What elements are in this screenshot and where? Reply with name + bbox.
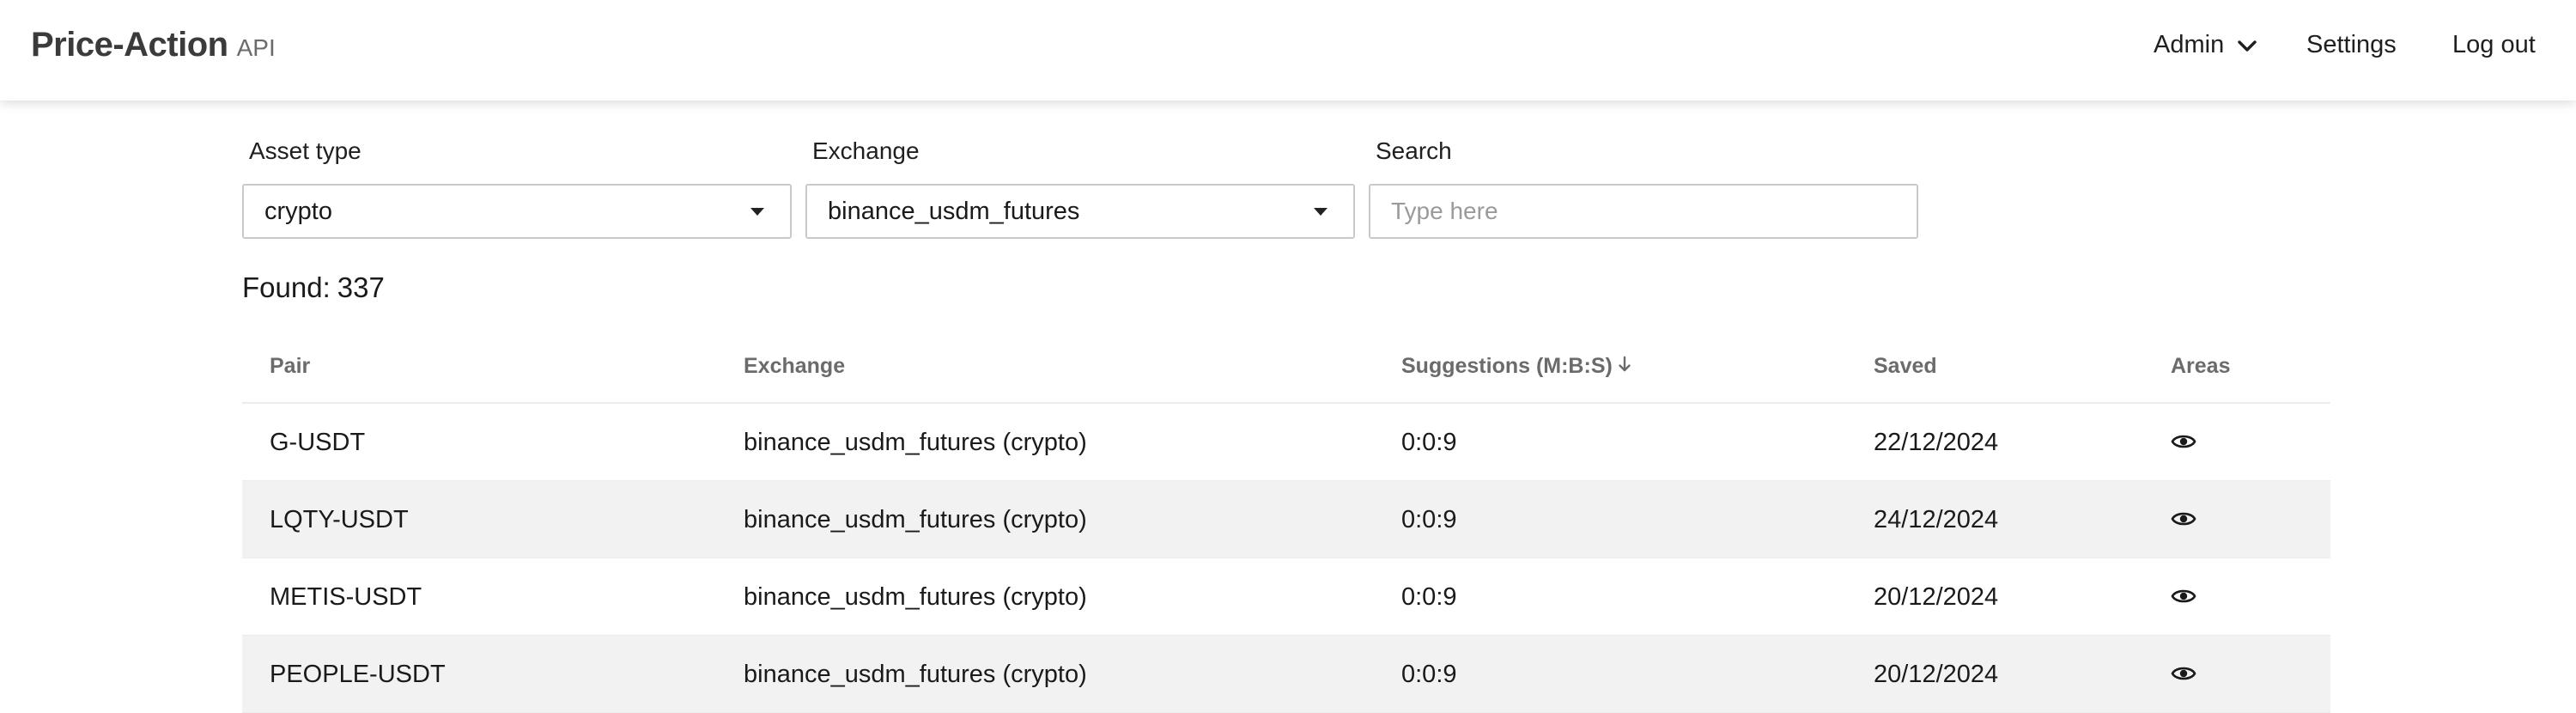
brand-subtitle: API <box>236 34 276 61</box>
chevron-down-icon <box>2238 31 2257 59</box>
found-label: Found: <box>242 271 331 303</box>
asset-type-label: Asset type <box>249 137 361 164</box>
brand-logo[interactable]: Price-Action API <box>31 26 276 64</box>
search-label: Search <box>1376 137 1452 164</box>
arrow-down-icon <box>1618 354 1631 379</box>
column-header-pair[interactable]: Pair <box>270 354 310 379</box>
cell-pair: LQTY-USDT <box>270 506 409 533</box>
search-input[interactable] <box>1391 198 1917 225</box>
cell-pair: PEOPLE-USDT <box>270 661 446 688</box>
settings-link[interactable]: Settings <box>2306 31 2397 59</box>
column-header-suggestions[interactable]: Suggestions (M:B:S) <box>1401 354 1631 379</box>
logout-link[interactable]: Log out <box>2452 31 2536 59</box>
admin-menu[interactable]: Admin <box>2154 31 2257 59</box>
cell-exchange: binance_usdm_futures (crypto) <box>744 506 1087 533</box>
found-count: 337 <box>337 271 385 303</box>
table-row[interactable]: G-USDT binance_usdm_futures (crypto) 0:0… <box>242 404 2330 481</box>
eye-icon[interactable] <box>2171 663 2196 688</box>
table-header: Pair Exchange Suggestions (M:B:S) Saved … <box>242 328 2330 404</box>
brand-name: Price-Action <box>31 26 228 64</box>
column-header-saved[interactable]: Saved <box>1874 354 1937 379</box>
cell-saved: 22/12/2024 <box>1874 429 1999 456</box>
cell-suggestions: 0:0:9 <box>1401 583 1457 611</box>
cell-suggestions: 0:0:9 <box>1401 429 1457 456</box>
cell-exchange: binance_usdm_futures (crypto) <box>744 583 1087 611</box>
column-header-exchange[interactable]: Exchange <box>744 354 845 379</box>
cell-pair: G-USDT <box>270 429 366 456</box>
eye-icon[interactable] <box>2171 431 2196 456</box>
admin-menu-label: Admin <box>2154 31 2225 58</box>
asset-type-value: crypto <box>264 197 332 225</box>
cell-saved: 20/12/2024 <box>1874 583 1999 611</box>
eye-icon[interactable] <box>2171 586 2196 611</box>
caret-down-icon <box>750 208 764 216</box>
exchange-label: Exchange <box>812 137 920 164</box>
cell-exchange: binance_usdm_futures (crypto) <box>744 661 1087 688</box>
column-header-areas: Areas <box>2171 354 2231 378</box>
cell-saved: 24/12/2024 <box>1874 506 1999 533</box>
table-row[interactable]: PEOPLE-USDT binance_usdm_futures (crypto… <box>242 636 2330 713</box>
column-header-suggestions-label: Suggestions (M:B:S) <box>1401 354 1613 378</box>
pairs-table: Pair Exchange Suggestions (M:B:S) Saved … <box>242 328 2330 713</box>
search-field[interactable] <box>1369 184 1918 239</box>
cell-suggestions: 0:0:9 <box>1401 661 1457 688</box>
eye-icon[interactable] <box>2171 509 2196 533</box>
asset-type-select[interactable]: crypto <box>242 184 792 239</box>
table-row[interactable]: METIS-USDT binance_usdm_futures (crypto)… <box>242 558 2330 636</box>
cell-pair: METIS-USDT <box>270 583 422 611</box>
cell-exchange: binance_usdm_futures (crypto) <box>744 429 1087 456</box>
results-count: Found: 337 <box>242 271 385 304</box>
cell-suggestions: 0:0:9 <box>1401 506 1457 533</box>
top-navbar: Price-Action API Admin Settings Log out <box>0 0 2576 101</box>
exchange-select[interactable]: binance_usdm_futures <box>805 184 1355 239</box>
exchange-value: binance_usdm_futures <box>828 197 1080 225</box>
cell-saved: 20/12/2024 <box>1874 661 1999 688</box>
table-row[interactable]: LQTY-USDT binance_usdm_futures (crypto) … <box>242 481 2330 558</box>
caret-down-icon <box>1314 208 1327 216</box>
